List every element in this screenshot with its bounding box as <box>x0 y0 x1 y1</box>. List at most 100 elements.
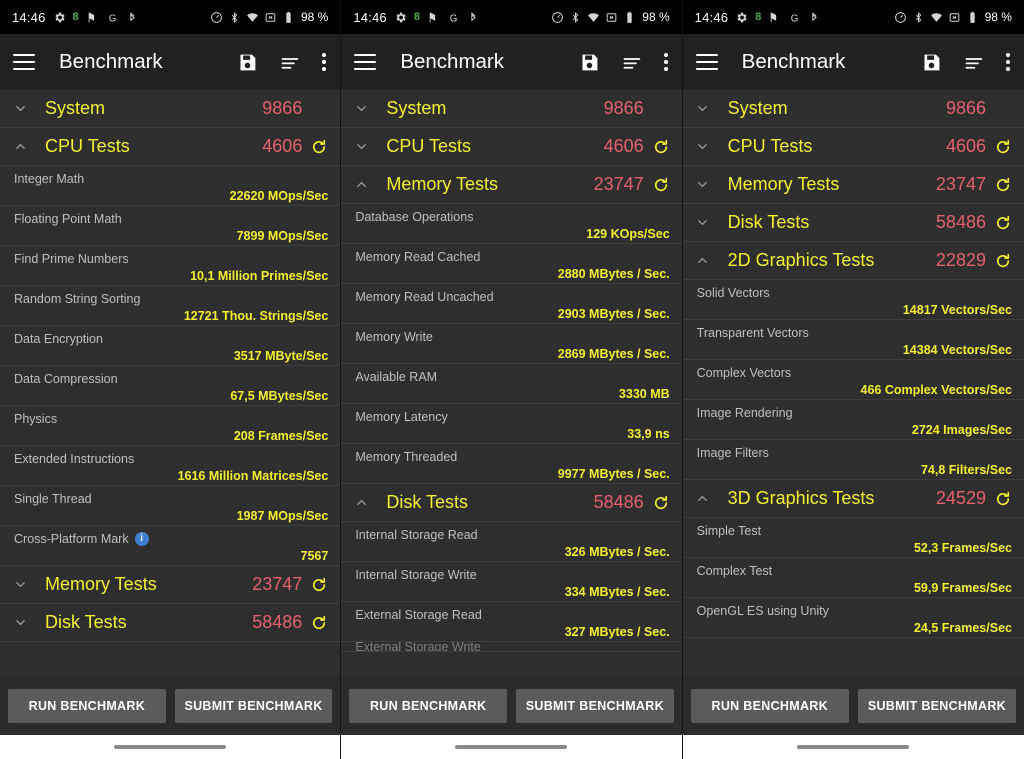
submit-benchmark-button[interactable]: SUBMIT BENCHMARK <box>857 689 1016 723</box>
overflow-dots-icon[interactable] <box>663 53 669 71</box>
benchmark-group-row[interactable]: Disk Tests 58486 <box>682 204 1024 242</box>
sort-lines-icon[interactable] <box>963 52 984 73</box>
google-icon: G <box>788 11 801 24</box>
benchmark-group-row[interactable]: Memory Tests 23747 <box>341 166 682 204</box>
refresh-icon[interactable] <box>994 138 1012 156</box>
chevron-up-icon[interactable] <box>351 495 371 510</box>
run-benchmark-button[interactable]: RUN BENCHMARK <box>8 689 166 723</box>
refresh-icon[interactable] <box>310 576 328 594</box>
refresh-icon[interactable] <box>994 214 1012 232</box>
info-icon[interactable]: i <box>134 531 149 546</box>
benchmark-results-list[interactable]: System 9866 CPU Tests 4606 Integer Math 22620… <box>0 90 341 677</box>
test-name-row: OpenGL ES using Unity <box>697 604 1012 618</box>
app-title: Benchmark <box>59 50 163 73</box>
benchmark-group-row[interactable]: System 9866 <box>341 90 682 128</box>
group-score: 58486 <box>593 492 644 512</box>
chevron-down-icon[interactable] <box>351 139 371 154</box>
hamburger-menu-icon[interactable] <box>695 54 718 70</box>
submit-benchmark-button[interactable]: SUBMIT BENCHMARK <box>516 689 674 723</box>
chevron-down-icon[interactable] <box>693 215 713 230</box>
bottom-action-bar: RUN BENCHMARK SUBMIT BENCHMARK <box>0 677 341 735</box>
benchmark-group-row[interactable]: Memory Tests 23747 <box>0 566 341 604</box>
submit-benchmark-button[interactable]: SUBMIT BENCHMARK <box>174 689 333 723</box>
benchmark-group-row[interactable]: 3D Graphics Tests 24529 <box>682 480 1024 518</box>
chevron-down-icon[interactable] <box>10 577 30 592</box>
refresh-icon[interactable] <box>310 614 328 632</box>
overflow-dots-icon[interactable] <box>321 53 327 71</box>
test-value: 3517 MByte/Sec <box>233 348 329 363</box>
save-floppy-icon[interactable] <box>921 52 942 73</box>
benchmark-test-row: Memory Read Cached 2880 MBytes / Sec. <box>341 244 682 284</box>
status-bar-right-group: 98 % <box>551 10 670 24</box>
refresh-icon[interactable] <box>310 138 328 156</box>
save-floppy-icon[interactable] <box>579 52 600 73</box>
benchmark-group-row[interactable]: Disk Tests 58486 <box>341 484 682 522</box>
refresh-icon[interactable] <box>994 252 1012 270</box>
sort-lines-icon[interactable] <box>279 52 300 73</box>
benchmark-test-row: Integer Math 22620 MOps/Sec <box>0 166 341 206</box>
benchmark-group-row[interactable]: System 9866 <box>682 90 1024 128</box>
test-value: 466 Complex Vectors/Sec <box>860 382 1012 397</box>
test-value: 129 KOps/Sec <box>586 226 670 241</box>
chevron-up-icon[interactable] <box>351 177 371 192</box>
refresh-icon[interactable] <box>652 138 670 156</box>
overflow-dots-icon[interactable] <box>1005 53 1011 71</box>
benchmark-group-row[interactable]: CPU Tests 4606 <box>341 128 682 166</box>
group-label: System <box>386 98 447 118</box>
group-score: 4606 <box>262 136 303 156</box>
refresh-icon[interactable] <box>652 176 670 194</box>
battery-percent-label: 98 % <box>642 10 670 24</box>
benchmark-test-row: Memory Read Uncached 2903 MBytes / Sec. <box>341 284 682 324</box>
hamburger-menu-icon[interactable] <box>13 54 35 70</box>
gesture-home-pill[interactable] <box>114 745 227 749</box>
benchmark-group-row[interactable]: CPU Tests 4606 <box>682 128 1024 166</box>
test-name: Internal Storage Write <box>355 567 477 582</box>
chevron-up-icon[interactable] <box>693 491 713 506</box>
android-gesture-nav-bar <box>341 735 682 759</box>
benchmark-results-list[interactable]: System 9866 CPU Tests 4606 Memory Tests 23747… <box>341 90 682 677</box>
chevron-up-icon[interactable] <box>10 139 30 154</box>
chevron-down-icon[interactable] <box>351 101 371 116</box>
test-value: 2903 MBytes / Sec. <box>557 306 670 321</box>
gesture-home-pill[interactable] <box>797 745 910 749</box>
sort-lines-icon[interactable] <box>621 52 642 73</box>
save-floppy-icon[interactable] <box>237 52 258 73</box>
benchmark-group-row[interactable]: Disk Tests 58486 <box>0 604 341 642</box>
chevron-down-icon[interactable] <box>10 615 30 630</box>
benchmark-group-row[interactable]: Memory Tests 23747 <box>682 166 1024 204</box>
benchmark-group-row[interactable]: CPU Tests 4606 <box>0 128 341 166</box>
refresh-icon[interactable] <box>994 490 1012 508</box>
run-benchmark-button[interactable]: RUN BENCHMARK <box>349 689 507 723</box>
benchmark-test-row: Image Filters 74,8 Filters/Sec <box>682 440 1024 480</box>
gesture-home-pill[interactable] <box>455 745 568 749</box>
group-label: Memory Tests <box>386 174 499 194</box>
benchmark-group-row[interactable]: 2D Graphics Tests 22829 <box>682 242 1024 280</box>
status-bar-right-group: 98 % <box>210 10 328 24</box>
flag-icon <box>768 11 781 24</box>
test-name-row: Image Rendering <box>697 406 1012 420</box>
group-score: 58486 <box>935 212 986 232</box>
run-benchmark-button[interactable]: RUN BENCHMARK <box>690 689 849 723</box>
benchmark-test-row: Physics 208 Frames/Sec <box>0 406 341 446</box>
benchmark-group-row[interactable]: System 9866 <box>0 90 341 128</box>
hamburger-menu-icon[interactable] <box>354 54 377 70</box>
chevron-down-icon[interactable] <box>10 101 30 116</box>
chevron-down-icon[interactable] <box>693 139 713 154</box>
android-status-bar: 14:46 8 G 98 % <box>0 0 341 34</box>
benchmark-results-list[interactable]: System 9866 CPU Tests 4606 Memory Tests 23747… <box>682 90 1024 677</box>
test-name-row: Floating Point Math <box>14 212 328 226</box>
test-name-row: Memory Threaded <box>355 450 669 464</box>
refresh-icon[interactable] <box>652 494 670 512</box>
test-name-row: Transparent Vectors <box>697 326 1012 340</box>
wifi-icon <box>246 11 259 24</box>
bottom-action-bar: RUN BENCHMARK SUBMIT BENCHMARK <box>341 677 682 735</box>
phone-screen-panel-2: 14:46 8 G 98 % Benchmark System 9866 CPU… <box>341 0 683 759</box>
chevron-up-icon[interactable] <box>693 253 713 268</box>
chevron-down-icon[interactable] <box>693 177 713 192</box>
benchmark-test-row: Complex Vectors 466 Complex Vectors/Sec <box>682 360 1024 400</box>
group-score: 9866 <box>262 98 303 118</box>
refresh-icon[interactable] <box>994 176 1012 194</box>
chevron-down-icon[interactable] <box>693 101 713 116</box>
test-value: 74,8 Filters/Sec <box>920 462 1012 477</box>
test-value: 2880 MBytes / Sec. <box>557 266 670 281</box>
